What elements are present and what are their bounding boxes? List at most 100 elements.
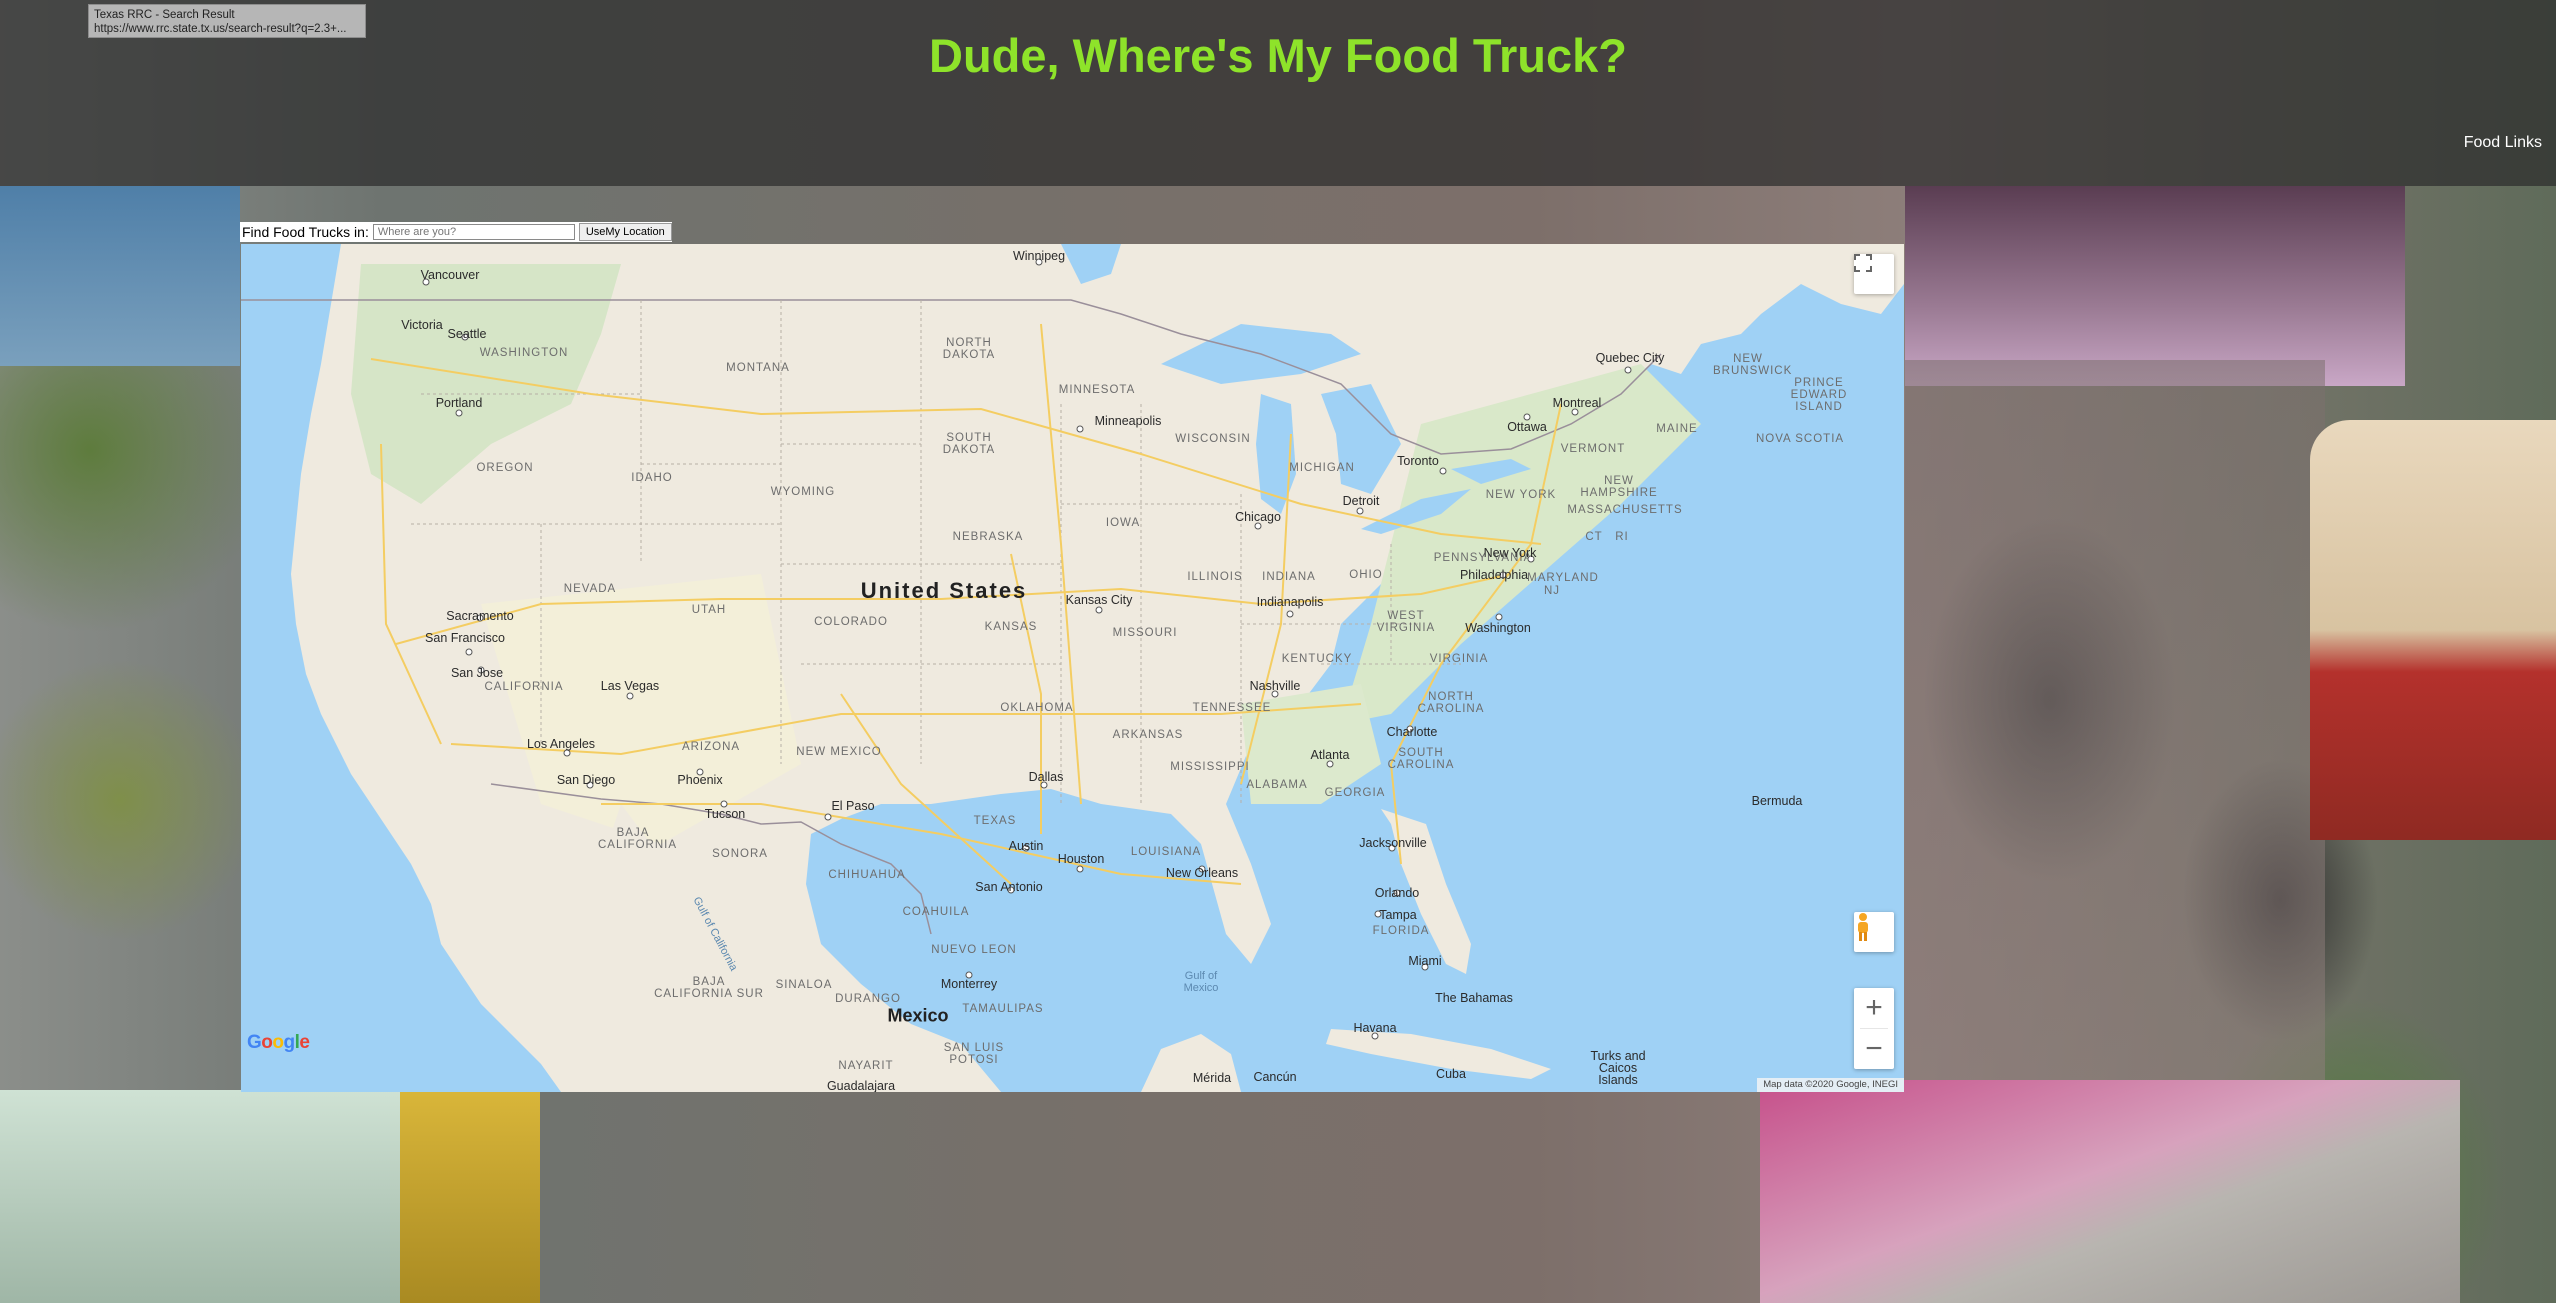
tooltip-title: Texas RRC - Search Result	[94, 9, 235, 21]
map-city-label: Jacksonville	[1359, 836, 1427, 850]
google-logo[interactable]: Google	[247, 1032, 310, 1054]
map-city-label: Montreal	[1552, 396, 1602, 410]
map-state-label: OKLAHOMA	[1000, 702, 1074, 714]
map-state-label: TAMAULIPAS	[962, 1003, 1044, 1015]
fullscreen-icon	[1854, 254, 1872, 272]
map-state-label: IOWA	[1105, 517, 1141, 529]
map-state-label: COAHUILA	[902, 906, 970, 918]
map-state-label: LOUISIANA	[1130, 846, 1202, 858]
map-state-label: IDAHO	[631, 472, 673, 484]
map-city-label: Guadalajara	[826, 1079, 896, 1092]
map-city-label: New Orleans	[1165, 866, 1239, 880]
map-city-label: Mérida	[1192, 1071, 1232, 1085]
map-state-label: NAYARIT	[838, 1060, 894, 1072]
map-state-label: CHIHUAHUA	[828, 869, 906, 881]
use-my-location-button[interactable]: UseMy Location	[578, 223, 672, 241]
map-state-label: COLORADO	[814, 616, 888, 628]
map-state-label: NEW BRUNSWICK	[1713, 353, 1793, 377]
map-state-label: ALABAMA	[1246, 779, 1308, 791]
map-state-label: OREGON	[476, 462, 534, 474]
map-state-label: KENTUCKY	[1281, 653, 1353, 665]
food-links-link[interactable]: Food Links	[2464, 134, 2542, 152]
map-state-label: NEW MEXICO	[796, 746, 882, 758]
map-city-label: Miami	[1408, 954, 1442, 968]
map-state-label: WISCONSIN	[1175, 433, 1251, 445]
city-dot	[626, 692, 634, 700]
map-state-label: MAINE	[1656, 423, 1698, 435]
map-state-label: RI	[1615, 531, 1629, 543]
location-input[interactable]	[372, 224, 575, 240]
map-city-label: The Bahamas	[1435, 991, 1513, 1005]
map-city-label: Kansas City	[1065, 593, 1133, 607]
map-city-label: Monterrey	[940, 977, 998, 991]
map-state-label: NORTH CAROLINA	[1417, 691, 1485, 715]
city-dot	[465, 648, 473, 656]
map-state-label: CT	[1585, 531, 1603, 543]
map-state-label: VIRGINIA	[1429, 653, 1489, 665]
map-state-label: WEST VIRGINIA	[1376, 610, 1436, 634]
map-city-label: Victoria	[401, 318, 443, 332]
city-dot	[1495, 613, 1503, 621]
map-city-label: Las Vegas	[600, 679, 660, 693]
pegman-icon	[1858, 913, 1868, 941]
map-state-label: DURANGO	[835, 993, 901, 1005]
background-food-truck	[400, 1090, 540, 1303]
map-state-label: MICHIGAN	[1289, 462, 1355, 474]
map-state-label: NEW HAMPSHIRE	[1580, 475, 1658, 499]
map-state-label: ARIZONA	[681, 741, 741, 753]
map-city-label: San Diego	[556, 773, 616, 787]
street-view-button[interactable]	[1854, 912, 1894, 952]
background-food-truck	[1905, 186, 2405, 386]
map-state-label: NORTH DAKOTA	[942, 337, 996, 361]
fullscreen-button[interactable]	[1854, 254, 1894, 294]
city-dot	[1095, 606, 1103, 614]
map-city-label: Sacramento	[446, 609, 514, 623]
map-city-label: Cancún	[1253, 1070, 1297, 1084]
city-dot	[824, 813, 832, 821]
city-dot	[1286, 610, 1294, 618]
city-dot	[1356, 507, 1364, 515]
city-dot	[1624, 366, 1632, 374]
map-state-label: ILLINOIS	[1187, 571, 1243, 583]
map-state-label: ARKANSAS	[1112, 729, 1184, 741]
map-city-label: Los Angeles	[526, 737, 596, 751]
map-city-label: Orlando	[1374, 886, 1420, 900]
map-state-label: KANSAS	[984, 621, 1038, 633]
map-state-label: NEW YORK	[1485, 489, 1557, 501]
map-city-label: Minneapolis	[1094, 414, 1162, 428]
map-city-label: Washington	[1465, 621, 1531, 635]
background-crowd	[1905, 360, 2325, 1100]
map-attribution[interactable]: Map data ©2020 Google, INEGI	[1757, 1078, 1904, 1092]
map-city-label: Houston	[1057, 852, 1105, 866]
map-city-label: Tampa	[1379, 908, 1417, 922]
search-bar: Find Food Trucks in: UseMy Location	[240, 222, 672, 242]
link-preview-tooltip: Texas RRC - Search Result https://www.rr…	[88, 4, 366, 38]
search-label: Find Food Trucks in:	[242, 224, 369, 240]
map-state-label: NEVADA	[563, 583, 617, 595]
map-city-label: Cuba	[1436, 1067, 1466, 1081]
map-city-label: Portland	[435, 396, 483, 410]
map-state-label: MISSISSIPPI	[1170, 761, 1250, 773]
zoom-out-button[interactable]: −	[1854, 1029, 1894, 1069]
site-header: Dude, Where's My Food Truck? Food Links	[0, 0, 2556, 186]
map-city-label: Dallas	[1028, 770, 1064, 784]
map-state-label: MASSACHUSETTS	[1567, 504, 1683, 516]
map-state-label: PRINCE EDWARD ISLAND	[1790, 377, 1848, 413]
map-state-label: MINNESOTA	[1058, 384, 1136, 396]
background-food-truck	[2310, 420, 2556, 840]
map-state-label: SONORA	[712, 848, 768, 860]
map-country-label: United States	[860, 578, 1028, 603]
map-city-label: Nashville	[1249, 679, 1301, 693]
map-city-label: Phoenix	[677, 773, 723, 787]
map-state-label: BAJA CALIFORNIA	[598, 827, 678, 851]
map-state-label: INDIANA	[1262, 571, 1316, 583]
zoom-controls: + −	[1854, 988, 1894, 1069]
map-state-label: NUEVO LEON	[931, 944, 1017, 956]
map-state-label: SOUTH CAROLINA	[1387, 747, 1455, 771]
map-state-label: SINALOA	[775, 979, 833, 991]
city-dot	[1439, 467, 1447, 475]
map[interactable]: WASHINGTON MONTANA NORTH DAKOTA MINNESOT…	[241, 244, 1904, 1092]
map-state-label: CALIFORNIA	[484, 681, 564, 693]
zoom-in-button[interactable]: +	[1854, 988, 1894, 1028]
map-country-label: Mexico	[887, 1005, 949, 1026]
